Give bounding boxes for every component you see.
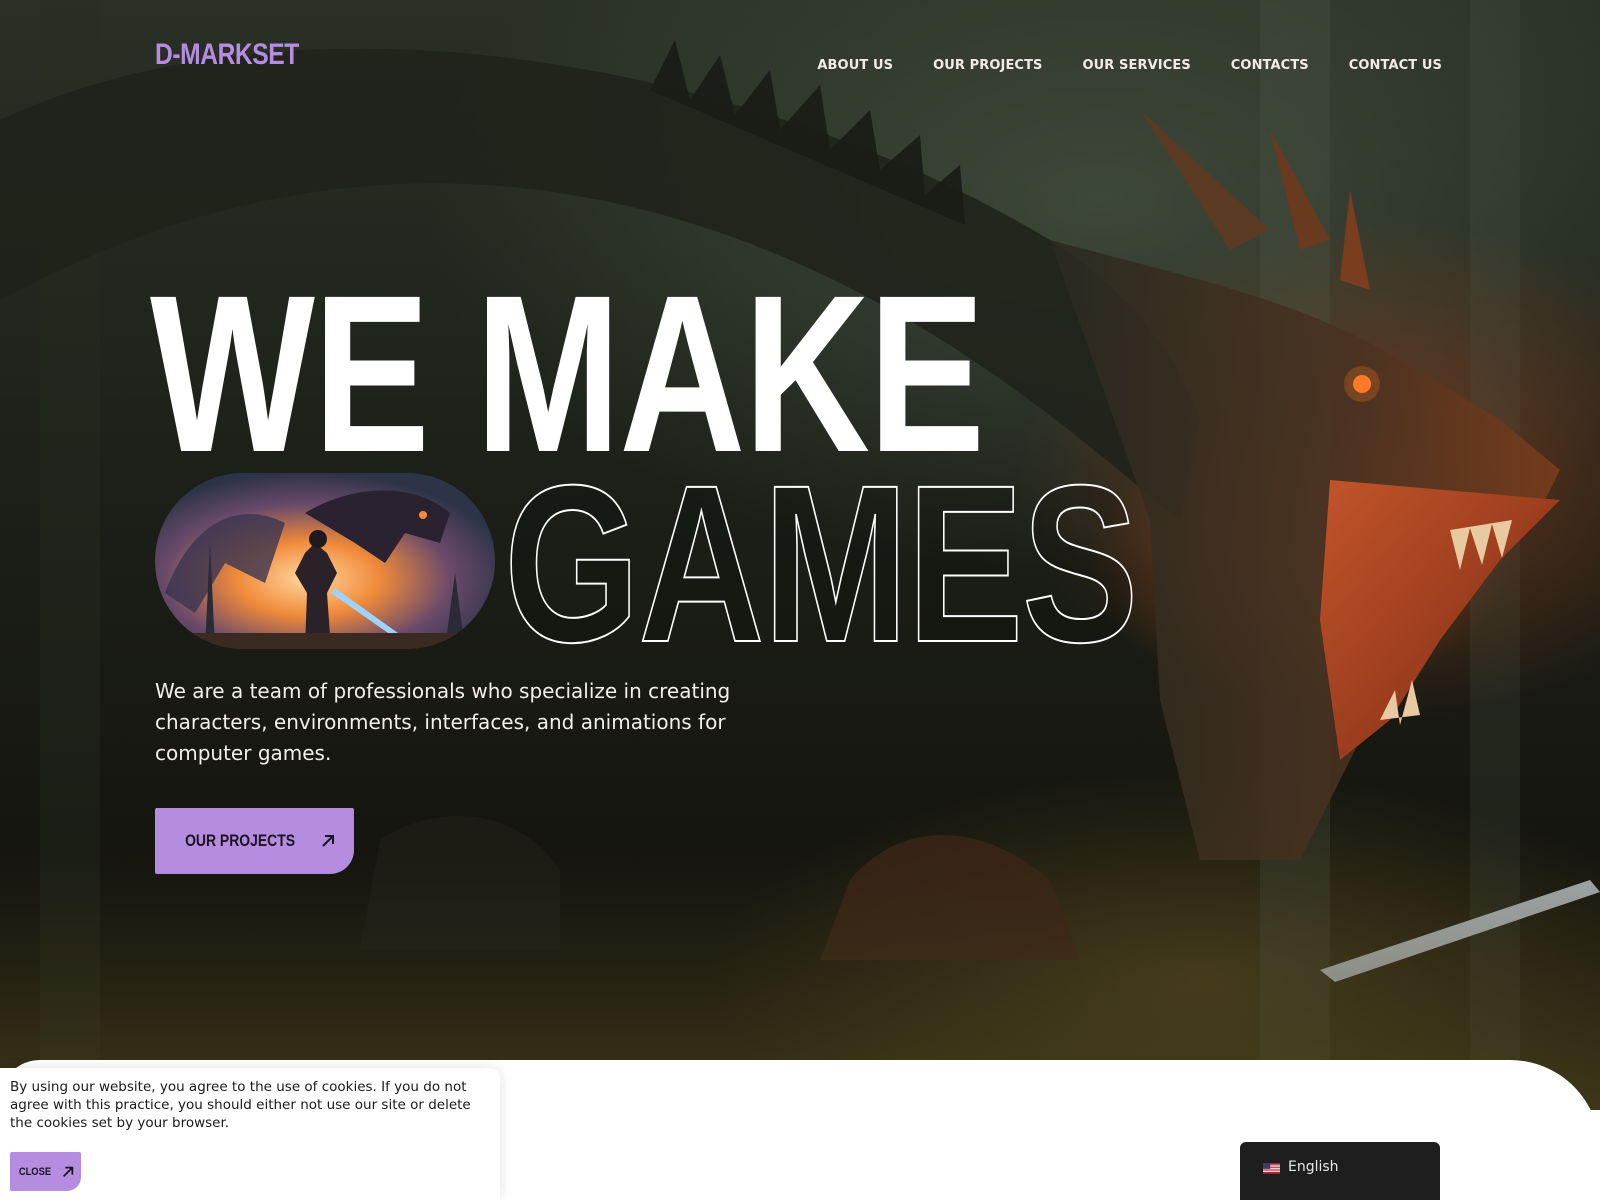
our-projects-button[interactable]: OUR PROJECTS (155, 808, 354, 874)
our-projects-button-label: OUR PROJECTS (185, 831, 296, 850)
nav-link-contact-us[interactable]: CONTACT US (1349, 58, 1442, 73)
arrow-up-right-icon (321, 835, 334, 847)
nav-link-our-projects[interactable]: OUR PROJECTS (933, 58, 1042, 73)
knight-dragon-illustration (155, 473, 495, 649)
language-switcher-label: English (1288, 1159, 1339, 1175)
cookie-banner: By using our website, you agree to the u… (0, 1068, 500, 1200)
cookie-banner-text: By using our website, you agree to the u… (10, 1079, 471, 1131)
hero-section: D-MARKSET ABOUT US OUR PROJECTS OUR SERV… (0, 0, 1600, 1110)
main-nav: ABOUT US OUR PROJECTS OUR SERVICES CONTA… (817, 58, 1442, 73)
brand-logo[interactable]: D-MARKSET (155, 38, 299, 72)
nav-link-our-services[interactable]: OUR SERVICES (1083, 58, 1191, 73)
hero-tagline: We are a team of professionals who speci… (155, 679, 731, 765)
nav-link-contacts[interactable]: CONTACTS (1231, 58, 1309, 73)
cookie-close-label: CLOSE (18, 1165, 52, 1178)
cookie-close-button[interactable]: CLOSE (10, 1152, 81, 1191)
language-switcher[interactable]: English (1240, 1142, 1440, 1200)
hero-headline-outline: GAMES (503, 439, 1139, 689)
nav-link-about-us[interactable]: ABOUT US (817, 58, 893, 73)
arrow-up-right-icon (62, 1166, 74, 1177)
hero-pill-image (155, 473, 495, 649)
us-flag-icon (1263, 1163, 1280, 1174)
